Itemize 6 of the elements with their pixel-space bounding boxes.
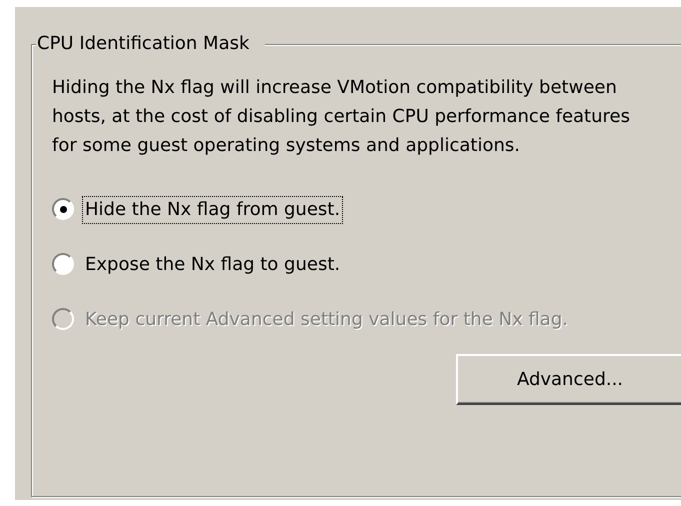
radio-button[interactable] <box>52 198 74 220</box>
description-text: Hiding the Nx flag will increase VMotion compatibility between hosts, at the cost of disabling certain CPU performance features for some guest operating systems and applications. <box>52 76 631 158</box>
advanced-button[interactable]: Advanced... <box>456 354 681 405</box>
radio-label[interactable]: Hide the Nx flag from guest. <box>82 196 344 224</box>
radio-button[interactable] <box>52 253 74 275</box>
radio-label[interactable]: Expose the Nx flag to guest. <box>82 251 344 279</box>
